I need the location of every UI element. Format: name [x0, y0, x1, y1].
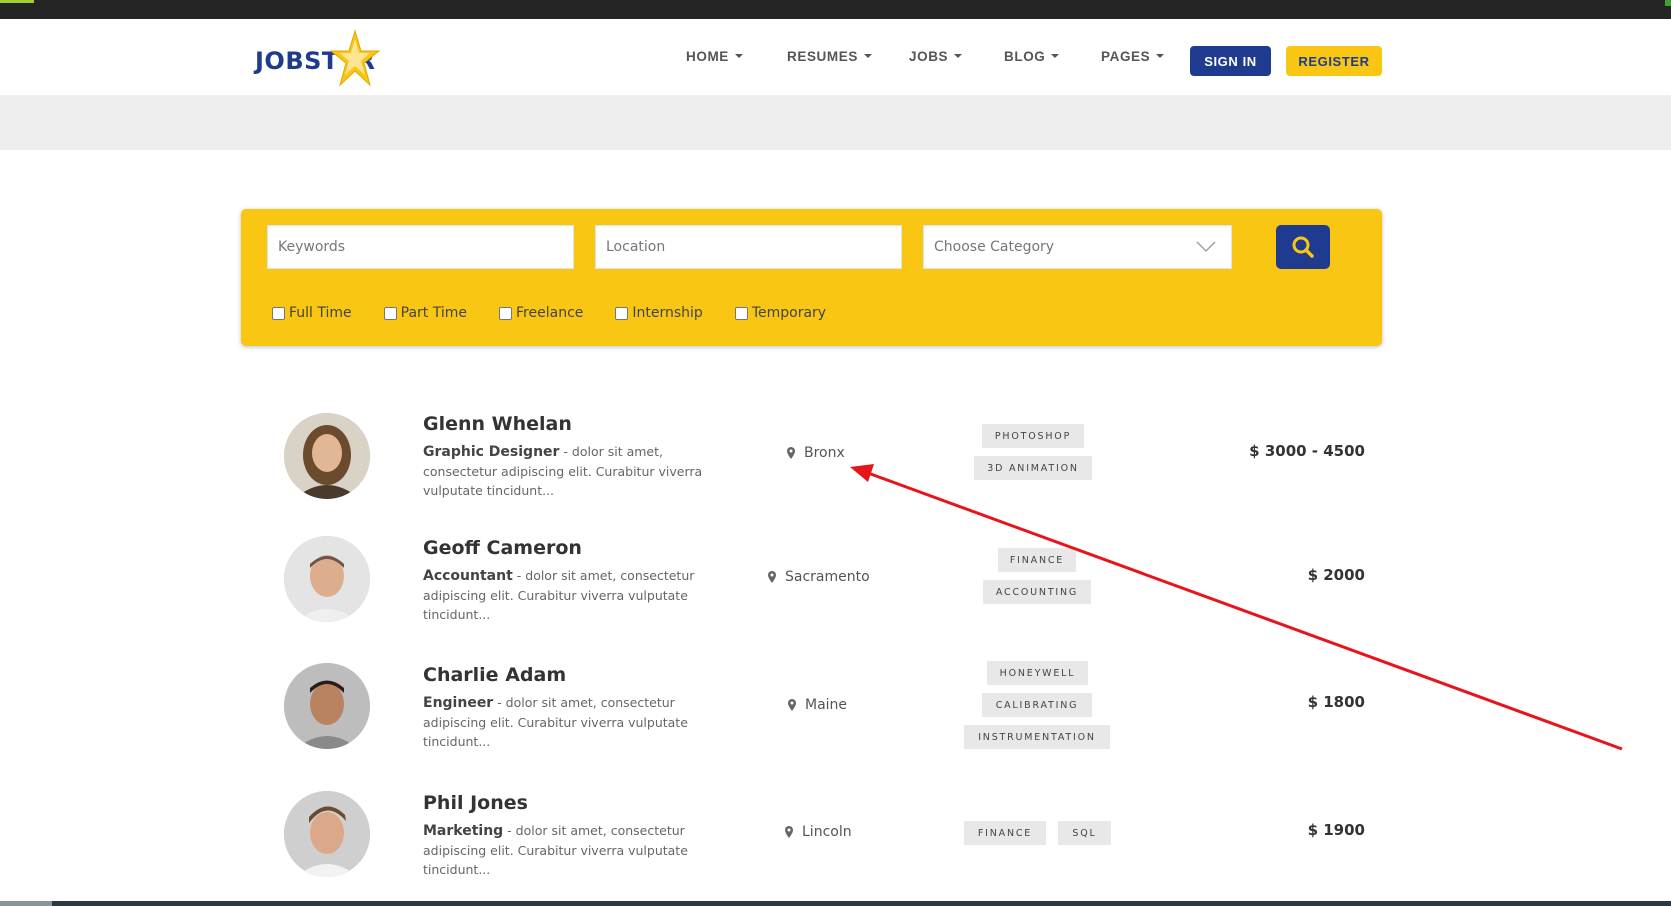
nav-resumes[interactable]: RESUMES [787, 45, 872, 67]
skill-tag[interactable]: FINANCE [998, 548, 1076, 572]
person-photo-icon [284, 536, 370, 622]
candidate-role: Marketing [423, 823, 504, 839]
candidate-location: Sacramento [768, 569, 870, 585]
checkbox[interactable] [383, 306, 397, 320]
avatar[interactable] [284, 663, 370, 749]
skill-tag[interactable]: SQL [1058, 821, 1111, 845]
skill-tag[interactable]: INSTRUMENTATION [964, 725, 1110, 749]
search-button[interactable] [1276, 225, 1330, 269]
skill-tag[interactable]: PHOTOSHOP [982, 424, 1084, 448]
sign-in-button[interactable]: SIGN IN [1190, 46, 1271, 76]
location-text: Sacramento [785, 569, 870, 585]
candidate-role: Graphic Designer [423, 444, 560, 460]
nav-jobs-label: JOBS [909, 48, 949, 64]
candidate-name[interactable]: Geoff Cameron [423, 537, 582, 559]
keywords-input[interactable] [278, 226, 573, 268]
chevron-down-icon [1196, 241, 1216, 252]
candidate-summary: Graphic Designer - dolor sit amet, conse… [423, 442, 703, 500]
search-icon [1292, 236, 1314, 258]
candidate-name[interactable]: Charlie Adam [423, 664, 566, 686]
skill-tag[interactable]: 3D ANIMATION [974, 456, 1092, 480]
person-photo-icon [284, 413, 370, 499]
top-bar-indicator [0, 0, 34, 3]
top-bar-indicator-right [1665, 0, 1671, 6]
skill-tag[interactable]: FINANCE [964, 821, 1046, 845]
candidate-role: Accountant [423, 568, 513, 584]
avatar[interactable] [284, 413, 370, 499]
checkbox[interactable] [734, 306, 748, 320]
nav-home-label: HOME [686, 48, 729, 64]
salary-range: $ 3000 - 4500 [1249, 442, 1365, 460]
nav-pages[interactable]: PAGES [1101, 45, 1165, 67]
filter-internship[interactable]: Internship [615, 305, 703, 321]
filter-label: Internship [632, 305, 703, 321]
nav-blog-label: BLOG [1004, 48, 1046, 64]
chevron-down-icon [863, 54, 872, 58]
nav-jobs[interactable]: JOBS [909, 45, 963, 67]
browser-top-bar [0, 0, 1671, 19]
salary-range: $ 1800 [1307, 693, 1365, 711]
filter-label: Freelance [516, 305, 584, 321]
nav-blog[interactable]: BLOG [1004, 45, 1060, 67]
filter-freelance[interactable]: Freelance [499, 305, 583, 321]
map-pin-icon [787, 447, 795, 459]
site-header: JOBST R HOME RESUMES JOBS BLOG PAGES SIG… [0, 19, 1671, 95]
chevron-down-icon [1051, 54, 1060, 58]
candidate-summary: Marketing - dolor sit amet, consectetur … [423, 821, 703, 879]
job-search-panel: Choose Category Full Time Part Time Free… [241, 209, 1382, 346]
candidate-location: Bronx [787, 445, 845, 461]
filter-label: Temporary [751, 305, 827, 321]
filter-label: Part Time [400, 305, 468, 321]
candidate-location: Lincoln [785, 824, 852, 840]
filter-full-time[interactable]: Full Time [272, 305, 352, 321]
map-pin-icon [785, 826, 793, 838]
checkbox[interactable] [615, 306, 629, 320]
nav-resumes-label: RESUMES [787, 48, 858, 64]
map-pin-icon [788, 699, 796, 711]
category-select-value: Choose Category [934, 239, 1055, 255]
salary-range: $ 1900 [1307, 821, 1365, 839]
chevron-down-icon [1156, 54, 1165, 58]
register-button[interactable]: REGISTER [1286, 46, 1382, 76]
avatar[interactable] [284, 791, 370, 877]
skill-tag[interactable]: ACCOUNTING [983, 580, 1091, 604]
page-banner [0, 95, 1671, 150]
location-text: Lincoln [802, 824, 852, 840]
candidate-role: Engineer [423, 695, 494, 711]
checkbox[interactable] [499, 306, 513, 320]
candidate-name[interactable]: Glenn Whelan [423, 413, 572, 435]
salary-range: $ 2000 [1307, 566, 1365, 584]
location-field[interactable] [595, 225, 902, 269]
location-text: Bronx [804, 445, 845, 461]
star-logo-icon [330, 29, 380, 87]
site-logo[interactable]: JOBST R [255, 29, 390, 91]
bottom-bar-segment [0, 901, 52, 906]
chevron-down-icon [734, 54, 743, 58]
person-photo-icon [284, 663, 370, 749]
candidate-summary: Accountant - dolor sit amet, consectetur… [423, 566, 703, 624]
location-text: Maine [805, 697, 848, 713]
map-pin-icon [768, 571, 776, 583]
checkbox[interactable] [272, 306, 285, 320]
browser-bottom-bar [0, 901, 1671, 906]
person-photo-icon [284, 791, 370, 877]
candidate-summary: Engineer - dolor sit amet, consectetur a… [423, 693, 703, 751]
filter-label: Full Time [289, 305, 352, 321]
candidate-location: Maine [788, 697, 847, 713]
job-type-filters: Full Time Part Time Freelance Internship… [272, 305, 858, 321]
location-input[interactable] [606, 226, 901, 268]
keywords-field[interactable] [267, 225, 574, 269]
skill-tag[interactable]: CALIBRATING [982, 693, 1092, 717]
avatar[interactable] [284, 536, 370, 622]
skill-tag[interactable]: HONEYWELL [987, 661, 1088, 685]
category-select[interactable]: Choose Category [923, 225, 1232, 269]
candidate-name[interactable]: Phil Jones [423, 792, 528, 814]
filter-part-time[interactable]: Part Time [383, 305, 468, 321]
nav-pages-label: PAGES [1101, 48, 1151, 64]
nav-home[interactable]: HOME [686, 45, 743, 67]
chevron-down-icon [954, 54, 963, 58]
filter-temporary[interactable]: Temporary [734, 305, 827, 321]
